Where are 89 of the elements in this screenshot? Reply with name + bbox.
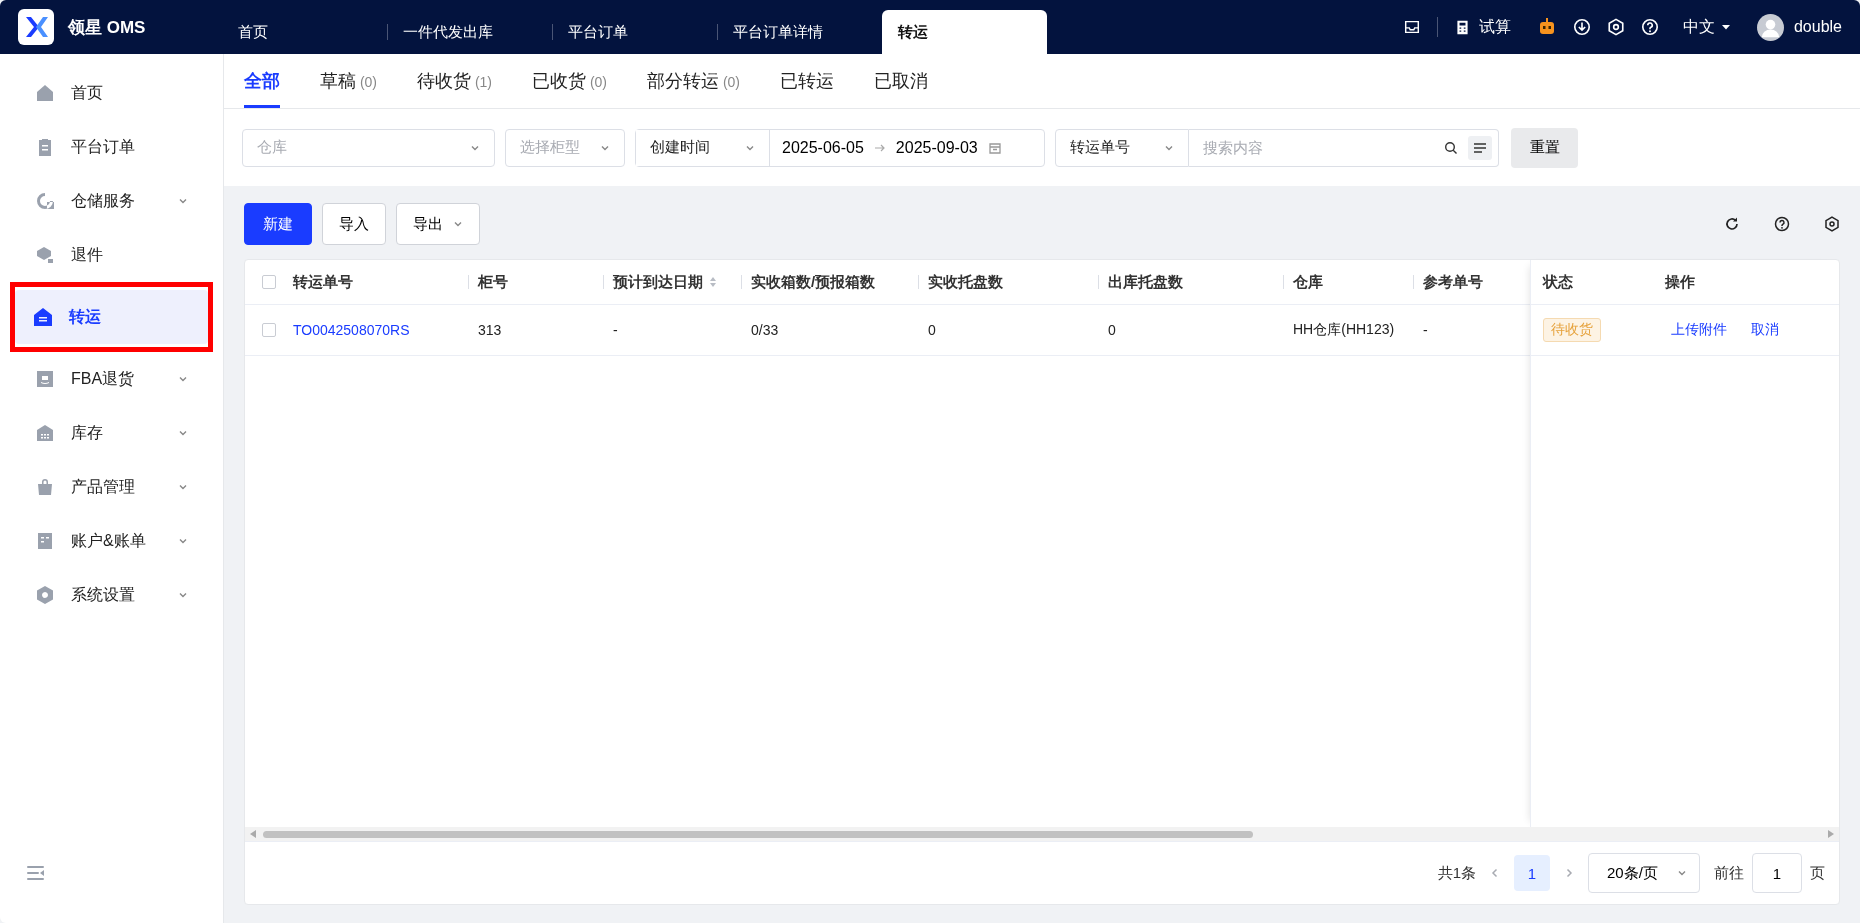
checkbox[interactable] [262,275,276,289]
app-title: 领星 OMS [68,16,146,39]
sidebar-item[interactable]: 仓储服务 [17,179,206,223]
column-header: 参考单号 [1423,272,1483,292]
sidebar-item[interactable]: 账户&账单 [17,519,206,563]
page-tab[interactable]: 平台订单详情 [717,10,882,54]
action-link[interactable]: 取消 [1751,321,1779,339]
status-tab[interactable]: 待收货 (1) [417,54,492,108]
download-icon[interactable] [1572,18,1591,36]
goto-label: 前往 [1714,863,1744,883]
help-icon[interactable] [1774,216,1790,232]
chevron-down-icon [453,219,463,229]
chevron-down-icon [178,482,188,492]
logo-icon [18,9,54,45]
page-number[interactable]: 1 [1514,855,1550,891]
table-cell: 0 [928,322,936,338]
table-cell: 0 [1108,322,1116,338]
export-button[interactable]: 导出 [396,203,480,245]
calculate-button[interactable]: 试算 [1453,16,1511,38]
chevron-down-icon [178,536,188,546]
search-icon [1444,140,1458,155]
settings-icon[interactable] [1824,216,1840,232]
column-header: 实收箱数/预报箱数 [751,272,876,292]
status-tag: 待收货 [1543,318,1601,342]
table-cell: 0/33 [751,322,779,338]
hexagon-icon [35,585,55,605]
user-name: double [1793,18,1842,36]
language-dropdown[interactable]: 中文 [1674,16,1741,38]
warehouse-icon [35,423,55,443]
column-header: 状态 [1543,272,1573,292]
sidebar-item[interactable]: 库存 [17,411,206,455]
order-link[interactable]: TO0042508070RS [293,322,410,338]
chevron-down-icon [178,374,188,384]
page-tab[interactable]: 一件代发出库 [387,10,552,54]
box-return-icon [35,245,55,265]
page-suffix: 页 [1810,863,1825,883]
avatar-icon[interactable] [1756,13,1784,41]
collapse-menu-icon[interactable] [26,863,46,883]
import-button[interactable]: 导入 [322,203,386,245]
new-button[interactable]: 新建 [244,203,312,245]
sidebar-item[interactable]: 转运 [15,290,208,344]
column-header: 预计到达日期 [613,272,703,292]
scrollbar-thumb[interactable] [263,830,1253,838]
sidebar-item[interactable]: 首页 [17,71,206,115]
column-header: 转运单号 [293,272,353,292]
transfer-icon [33,307,53,327]
caret-icon [1720,22,1731,32]
bag-icon [35,477,55,497]
list-icon[interactable] [1468,135,1492,160]
status-tab[interactable]: 部分转运 (0) [647,54,740,108]
column-header: 仓库 [1293,272,1323,292]
sidebar-item[interactable]: 产品管理 [17,465,206,509]
column-header: 出库托盘数 [1108,272,1183,292]
action-link[interactable]: 上传附件 [1671,321,1727,339]
column-header: 柜号 [478,272,508,292]
page-tab[interactable]: 平台订单 [552,10,717,54]
status-tab[interactable]: 已收货 (0) [532,54,607,108]
total-count: 共1条 [1437,863,1476,883]
page-tab[interactable]: 首页 [222,10,387,54]
sidebar-item[interactable]: 系统设置 [17,573,206,617]
cycle-icon [35,191,55,211]
table-cell: - [1423,322,1428,338]
chevron-down-icon [178,196,188,206]
table-cell: HH仓库(HH123) [1293,321,1395,339]
refresh-icon[interactable] [1724,216,1740,232]
page-size-select[interactable]: 20条/页 [1588,853,1700,893]
sidebar-item[interactable]: 退件 [17,233,206,277]
chevron-down-icon [1677,868,1687,878]
column-header: 操作 [1665,272,1695,292]
column-header: 实收托盘数 [928,272,1003,292]
chevron-down-icon [178,590,188,600]
search-type-select[interactable]: 转运单号 [1055,128,1189,167]
table-cell: - [613,322,618,338]
sidebar-item[interactable]: 平台订单 [17,125,206,169]
sidebar-item[interactable]: FBA退货 [17,357,206,401]
checkbox[interactable] [262,323,276,337]
status-tab[interactable]: 草稿 (0) [320,54,377,108]
status-tab[interactable]: 已取消 [874,54,928,108]
settings-icon[interactable] [1606,18,1625,36]
search-field[interactable]: 搜索内容 [1189,128,1499,167]
page-tab[interactable]: 转运 [882,10,1047,54]
receipt-icon [35,531,55,551]
inbox-icon[interactable] [1402,18,1421,36]
page-input[interactable]: 1 [1752,853,1802,893]
status-tab[interactable]: 已转运 [780,54,834,108]
home-icon [35,83,55,103]
chevron-down-icon [178,428,188,438]
reset-button[interactable]: 重置 [1511,127,1578,168]
table-cell: 313 [478,322,502,338]
